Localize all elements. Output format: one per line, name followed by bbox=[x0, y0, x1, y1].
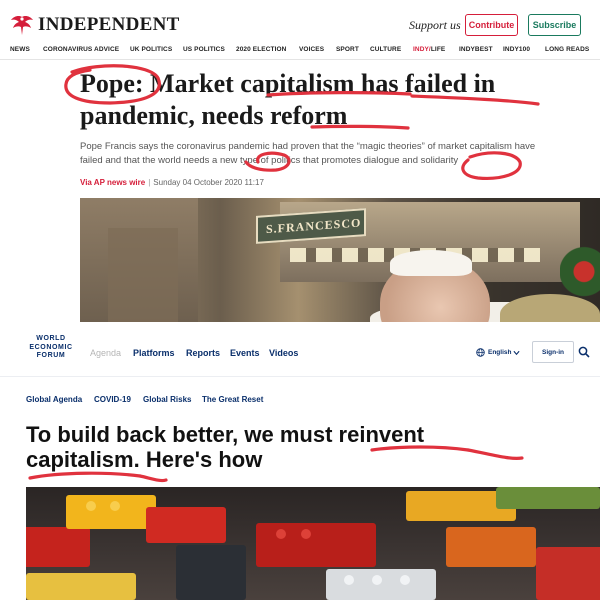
headline-pope: Pope: bbox=[80, 69, 144, 98]
lego-stud bbox=[301, 529, 311, 539]
eagle-icon bbox=[11, 16, 33, 35]
nav-coronavirus-advice[interactable]: CORONAVIRUS ADVICE bbox=[43, 46, 119, 53]
language-selector[interactable]: English bbox=[476, 348, 521, 357]
nav-indybest[interactable]: INDYBEST bbox=[459, 46, 493, 53]
photo-sign-text: S.FRANCESCO bbox=[266, 215, 362, 237]
nav-2020-election[interactable]: 2020 ELECTION bbox=[236, 46, 286, 53]
logo-line-forum: FORUM bbox=[36, 352, 66, 359]
lego-brick-red bbox=[146, 507, 226, 543]
topic-great-reset[interactable]: The Great Reset bbox=[202, 395, 263, 404]
nav-us-politics[interactable]: US POLITICS bbox=[183, 46, 225, 53]
photo-zucchetto bbox=[390, 250, 472, 276]
lego-stud bbox=[344, 575, 354, 585]
byline-date: Sunday 04 October 2020 11:17 bbox=[153, 178, 264, 187]
lego-brick-white bbox=[326, 569, 436, 600]
nav-sport[interactable]: SPORT bbox=[336, 46, 359, 53]
nav-reports[interactable]: Reports bbox=[186, 348, 220, 358]
nav-news[interactable]: NEWS bbox=[10, 46, 30, 53]
photo-stone-column bbox=[108, 228, 178, 322]
globe-icon bbox=[476, 348, 485, 357]
section-nav: NEWS CORONAVIRUS ADVICE UK POLITICS US P… bbox=[0, 42, 600, 60]
logo-wordmark: INDEPENDENT bbox=[38, 14, 180, 35]
article-photo-pope: S.FRANCESCO bbox=[80, 198, 600, 322]
lego-brick-yellow bbox=[26, 573, 136, 600]
search-icon[interactable] bbox=[578, 346, 590, 358]
header-divider bbox=[0, 376, 600, 377]
lego-stud bbox=[110, 501, 120, 511]
topic-global-agenda[interactable]: Global Agenda bbox=[26, 395, 82, 404]
nav-videos[interactable]: Videos bbox=[269, 348, 298, 358]
nav-long-reads[interactable]: LONG READS bbox=[545, 46, 589, 53]
nav-uk-politics[interactable]: UK POLITICS bbox=[130, 46, 172, 53]
subscribe-button[interactable]: Subscribe bbox=[528, 14, 581, 36]
nav-life-part: LIFE bbox=[430, 46, 446, 53]
independent-article-screenshot: INDEPENDENT Support us Contribute Subscr… bbox=[0, 0, 600, 322]
independent-logo[interactable]: INDEPENDENT bbox=[10, 14, 180, 36]
nav-culture[interactable]: CULTURE bbox=[370, 46, 401, 53]
lego-brick-dark bbox=[176, 545, 246, 600]
article-standfirst: Pope Francis says the coronavirus pandem… bbox=[80, 140, 600, 168]
chevron-down-icon bbox=[513, 350, 521, 355]
article-headline: Pope: Market capitalism has failed in pa… bbox=[80, 68, 600, 132]
lego-brick-yellow bbox=[66, 495, 156, 529]
lego-stud bbox=[372, 575, 382, 585]
standfirst-line-2: failed and that the world needs a new ty… bbox=[80, 155, 459, 166]
article-headline: To build back better, we must reinvent c… bbox=[26, 422, 586, 472]
byline-separator: | bbox=[148, 178, 151, 187]
headline-line-1: To build back better, we must reinvent bbox=[26, 422, 425, 447]
contribute-button[interactable]: Contribute bbox=[465, 14, 518, 36]
support-us-text: Support us bbox=[409, 18, 461, 32]
nav-agenda[interactable]: Agenda bbox=[90, 348, 121, 358]
article-byline: Via AP news wire | Sunday 04 October 2020 … bbox=[80, 178, 264, 187]
lego-brick-green bbox=[496, 487, 600, 509]
wef-article-screenshot: WORLD ECONOMIC FORUM Agenda Platforms Re… bbox=[0, 322, 600, 600]
sign-in-button[interactable]: Sign-in bbox=[532, 341, 574, 363]
headline-line-2: capitalism. Here's how bbox=[26, 447, 263, 472]
logo-line-world: WORLD bbox=[36, 335, 66, 342]
lego-brick-red bbox=[256, 523, 376, 567]
logo-line-economic: ECONOMIC bbox=[29, 343, 73, 351]
nav-platforms[interactable]: Platforms bbox=[133, 348, 175, 358]
topic-global-risks[interactable]: Global Risks bbox=[143, 395, 191, 404]
lego-brick-red bbox=[536, 547, 600, 600]
wef-logo[interactable]: WORLD ECONOMIC FORUM bbox=[26, 335, 76, 373]
article-photo-lego bbox=[26, 487, 600, 600]
lego-stud bbox=[276, 529, 286, 539]
lego-brick-orange bbox=[446, 527, 536, 567]
nav-events[interactable]: Events bbox=[230, 348, 260, 358]
topic-covid-19[interactable]: COVID-19 bbox=[94, 395, 131, 404]
lego-stud bbox=[86, 501, 96, 511]
nav-indy-life[interactable]: INDY/LIFE bbox=[413, 46, 445, 53]
byline-source-link[interactable]: Via AP news wire bbox=[80, 178, 145, 187]
standfirst-line-1: Pope Francis says the coronavirus pandem… bbox=[80, 141, 536, 152]
nav-voices[interactable]: VOICES bbox=[299, 46, 324, 53]
nav-indy100[interactable]: INDY100 bbox=[503, 46, 530, 53]
nav-indy-part: INDY/ bbox=[413, 46, 431, 53]
lego-stud bbox=[400, 575, 410, 585]
lego-brick-red bbox=[26, 527, 90, 567]
language-label: English bbox=[488, 349, 512, 356]
